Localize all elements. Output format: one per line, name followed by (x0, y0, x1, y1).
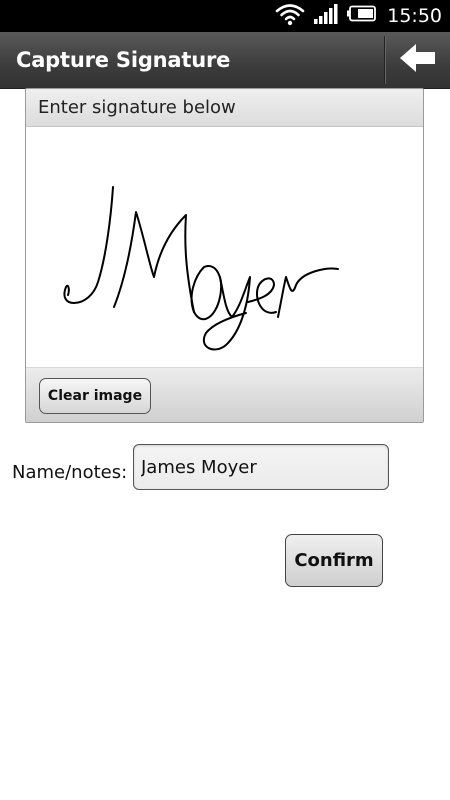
status-icons: 15:50 (275, 0, 442, 32)
name-notes-label: Name/notes: (12, 462, 128, 483)
clear-image-button[interactable]: Clear image (39, 378, 151, 414)
battery-icon (347, 5, 377, 27)
page-title: Capture Signature (16, 48, 231, 72)
signature-panel: Enter signature below Clear image (25, 88, 424, 423)
status-bar: 15:50 (0, 0, 450, 32)
signature-panel-header: Enter signature below (26, 89, 423, 127)
signature-panel-footer: Clear image (26, 367, 423, 422)
confirm-button[interactable]: Confirm (285, 534, 383, 587)
title-divider (384, 36, 385, 84)
signature-instructions: Enter signature below (38, 97, 236, 118)
status-time: 15:50 (387, 5, 442, 27)
name-notes-input[interactable] (133, 444, 389, 490)
back-button[interactable] (386, 32, 450, 88)
signature-canvas[interactable] (26, 127, 423, 367)
title-bar: Capture Signature (0, 32, 450, 89)
wifi-icon (275, 2, 305, 30)
signal-icon (313, 3, 339, 29)
signature-drawing (63, 186, 339, 351)
back-arrow-icon (398, 42, 438, 78)
